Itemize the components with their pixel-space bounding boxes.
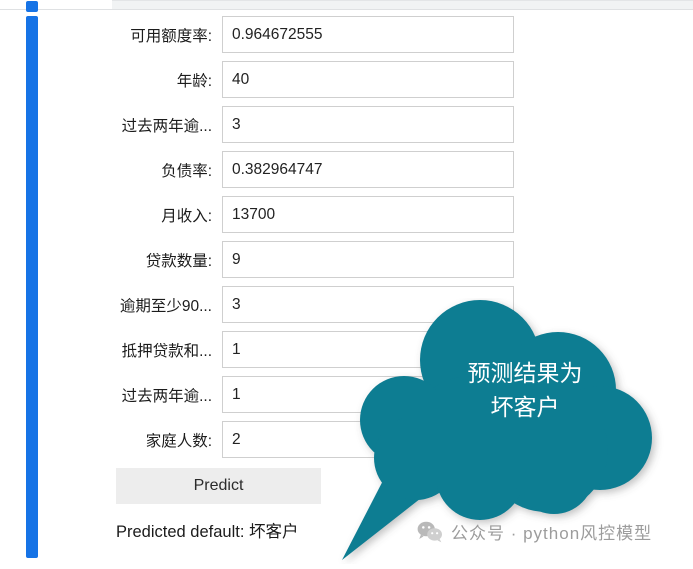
form-row: 贷款数量: xyxy=(0,237,693,282)
input-age[interactable] xyxy=(222,61,514,98)
form-row: 过去两年逾... xyxy=(0,102,693,147)
field-label-past-two-years-overdue: 过去两年逾... xyxy=(121,117,212,135)
field-label-loan-count: 贷款数量: xyxy=(145,252,212,270)
input-monthly-income[interactable] xyxy=(222,196,514,233)
field-label-age: 年龄: xyxy=(176,72,212,90)
watermark-text: 公众号 · python风控模型 xyxy=(451,524,653,543)
form-row: 负债率: xyxy=(0,147,693,192)
browser-chrome-strip xyxy=(0,0,693,10)
form-row: 年龄: xyxy=(0,57,693,102)
input-mortgage-loans[interactable] xyxy=(222,331,514,368)
input-loan-count[interactable] xyxy=(222,241,514,278)
input-past-two-years-overdue-2[interactable] xyxy=(222,376,514,413)
chrome-divider xyxy=(0,9,693,10)
input-family-members[interactable] xyxy=(222,421,514,458)
field-label-overdue-90-days: 逾期至少90... xyxy=(119,297,212,315)
watermark: 公众号 · python风控模型 xyxy=(417,519,652,544)
scrollbar-thumb-cap[interactable] xyxy=(26,1,38,12)
form-row: 过去两年逾... xyxy=(0,372,693,417)
predict-button[interactable]: Predict xyxy=(116,467,321,504)
field-label-past-two-years-overdue-2: 过去两年逾... xyxy=(121,387,212,405)
form-row: 抵押贷款和... xyxy=(0,327,693,372)
field-label-monthly-income: 月收入: xyxy=(161,207,212,225)
wechat-icon xyxy=(417,521,443,543)
field-label-mortgage-loans: 抵押贷款和... xyxy=(121,342,212,360)
form-row: 可用额度率: xyxy=(0,12,693,57)
form-row: 月收入: xyxy=(0,192,693,237)
field-label-available-credit-rate: 可用额度率: xyxy=(130,27,212,45)
input-overdue-90-days[interactable] xyxy=(222,286,514,323)
input-available-credit-rate[interactable] xyxy=(222,16,514,53)
input-debt-ratio[interactable] xyxy=(222,151,514,188)
browser-tabstrip-background xyxy=(112,0,693,9)
form-row: 逾期至少90... xyxy=(0,282,693,327)
predict-row: Predict xyxy=(0,462,693,509)
input-past-two-years-overdue[interactable] xyxy=(222,106,514,143)
form-row: 家庭人数: xyxy=(0,417,693,462)
prediction-form: 可用额度率: 年龄: 过去两年逾... 负债率: 月收入: 贷款数量: 逾期至少… xyxy=(0,12,693,564)
field-label-family-members: 家庭人数: xyxy=(145,432,212,450)
field-label-debt-ratio: 负债率: xyxy=(161,162,212,180)
prediction-result-text: Predicted default: 坏客户 xyxy=(116,523,299,541)
